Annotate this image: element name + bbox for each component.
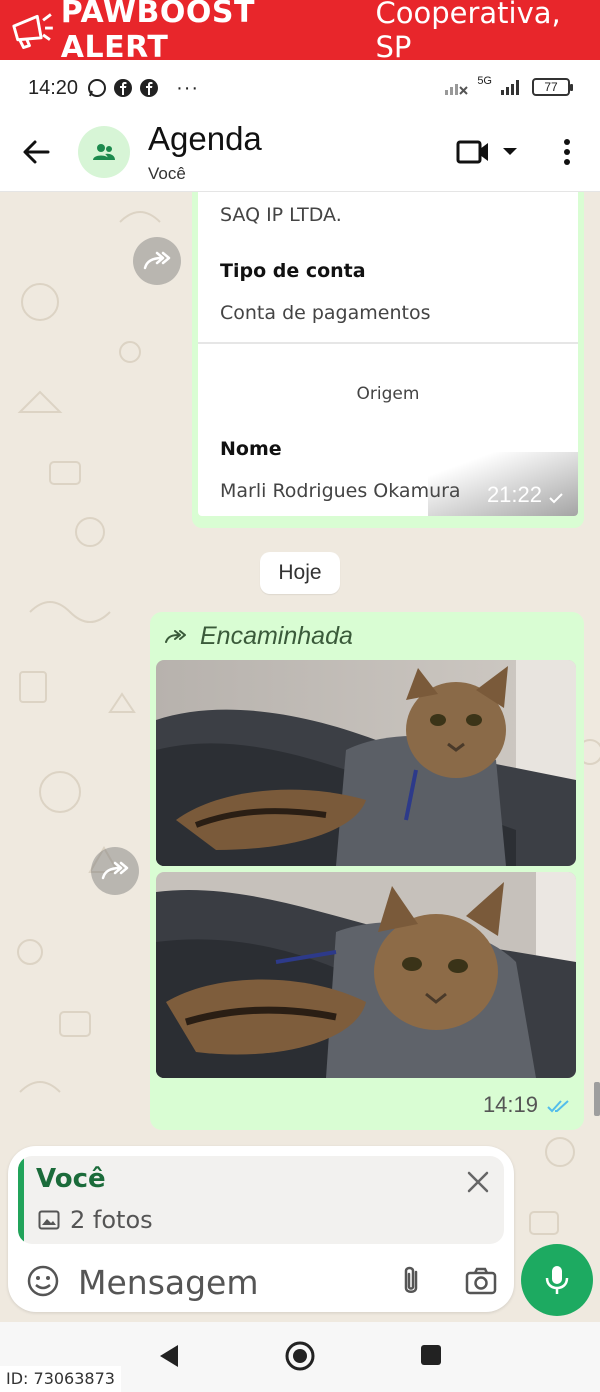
receipt-name-value: Marli Rodrigues Okamura: [220, 480, 461, 502]
status-bar: 14:20 ··· 5G 77: [0, 60, 600, 116]
forwarded-indicator: Encaminhada: [164, 622, 353, 651]
group-icon: [93, 144, 115, 160]
sticker-icon[interactable]: [26, 1264, 60, 1298]
cat-photo-image: [156, 872, 576, 1078]
signal-off-icon: [445, 84, 469, 95]
message-bubble-photos[interactable]: Encaminhada 14:19: [150, 612, 584, 1130]
day-separator: Hoje: [260, 552, 340, 594]
message-input[interactable]: [78, 1260, 378, 1304]
camera-icon[interactable]: [464, 1264, 498, 1298]
nav-back-icon[interactable]: [156, 1342, 184, 1370]
reply-content: 2 fotos: [38, 1206, 153, 1234]
forward-icon: [101, 861, 129, 880]
reply-author: Você: [36, 1164, 106, 1194]
video-call-button[interactable]: [456, 134, 522, 170]
close-icon[interactable]: [464, 1168, 492, 1196]
receipt-section-title: Origem: [356, 384, 420, 404]
receipt-institution: SAQ IP LTDA.: [220, 204, 342, 226]
cat-photo-image: [156, 660, 576, 866]
message-time: 21:22: [486, 482, 542, 507]
nav-recent-apps-icon[interactable]: [420, 1344, 442, 1366]
more-vert-icon: [564, 139, 570, 165]
alert-location: Cooperativa, SP: [375, 0, 561, 64]
reply-preview[interactable]: Você 2 fotos: [18, 1156, 504, 1244]
attach-icon[interactable]: [396, 1264, 426, 1298]
image-icon: [38, 1210, 60, 1230]
listing-id: ID: 73063873: [0, 1366, 121, 1392]
input-row: [8, 1254, 514, 1308]
facebook-icon: [140, 79, 159, 97]
cat-photo[interactable]: [156, 660, 576, 866]
receipt-account-type-value: Conta de pagamentos: [220, 302, 431, 324]
forward-button[interactable]: [91, 847, 139, 895]
chat-subtitle: Você: [148, 164, 186, 183]
receipt-image[interactable]: SAQ IP LTDA. Tipo de conta Conta de paga…: [198, 192, 578, 516]
pawboost-alert-banner: PAWBOOST ALERT Cooperativa, SP: [0, 0, 600, 65]
more-options-button[interactable]: [552, 134, 582, 170]
status-time: 14:20: [28, 76, 79, 99]
sent-check-icon: [549, 493, 563, 504]
group-avatar[interactable]: [78, 126, 130, 178]
arrow-back-icon[interactable]: [18, 134, 54, 170]
chat-scrollbar[interactable]: [594, 1082, 600, 1116]
video-call-icon: [456, 140, 488, 164]
voice-message-button[interactable]: [521, 1244, 593, 1316]
receipt-divider: [198, 342, 578, 344]
receipt-name-label: Nome: [220, 438, 282, 460]
forward-icon: [143, 251, 171, 270]
facebook-icon: [114, 79, 133, 97]
reply-accent-bar: [18, 1156, 24, 1244]
reply-preview-text: 2 fotos: [70, 1206, 153, 1234]
forwarded-icon: [165, 629, 186, 643]
network-5g-label: 5G: [477, 75, 492, 87]
megaphone-icon: [12, 13, 53, 50]
cat-photo[interactable]: [156, 872, 576, 1078]
message-bubble-receipt[interactable]: SAQ IP LTDA. Tipo de conta Conta de paga…: [192, 192, 584, 528]
chevron-down-icon: [503, 148, 517, 155]
battery-indicator: 77: [532, 78, 573, 96]
chat-header: Agenda Você: [0, 116, 600, 192]
status-more: ···: [176, 76, 200, 99]
chat-title[interactable]: Agenda: [148, 120, 262, 158]
nav-home-icon[interactable]: [284, 1340, 316, 1372]
read-ticks-icon: [547, 1100, 569, 1113]
microphone-icon: [545, 1266, 569, 1294]
signal-icon: [501, 80, 519, 95]
receipt-account-type-label: Tipo de conta: [220, 260, 366, 282]
message-composer: Você 2 fotos: [8, 1146, 514, 1312]
message-time: 14:19: [482, 1092, 538, 1117]
forward-button[interactable]: [133, 237, 181, 285]
whatsapp-icon: [88, 79, 107, 97]
forwarded-label: Encaminhada: [200, 622, 353, 650]
alert-brand: PAWBOOST ALERT: [60, 0, 255, 65]
